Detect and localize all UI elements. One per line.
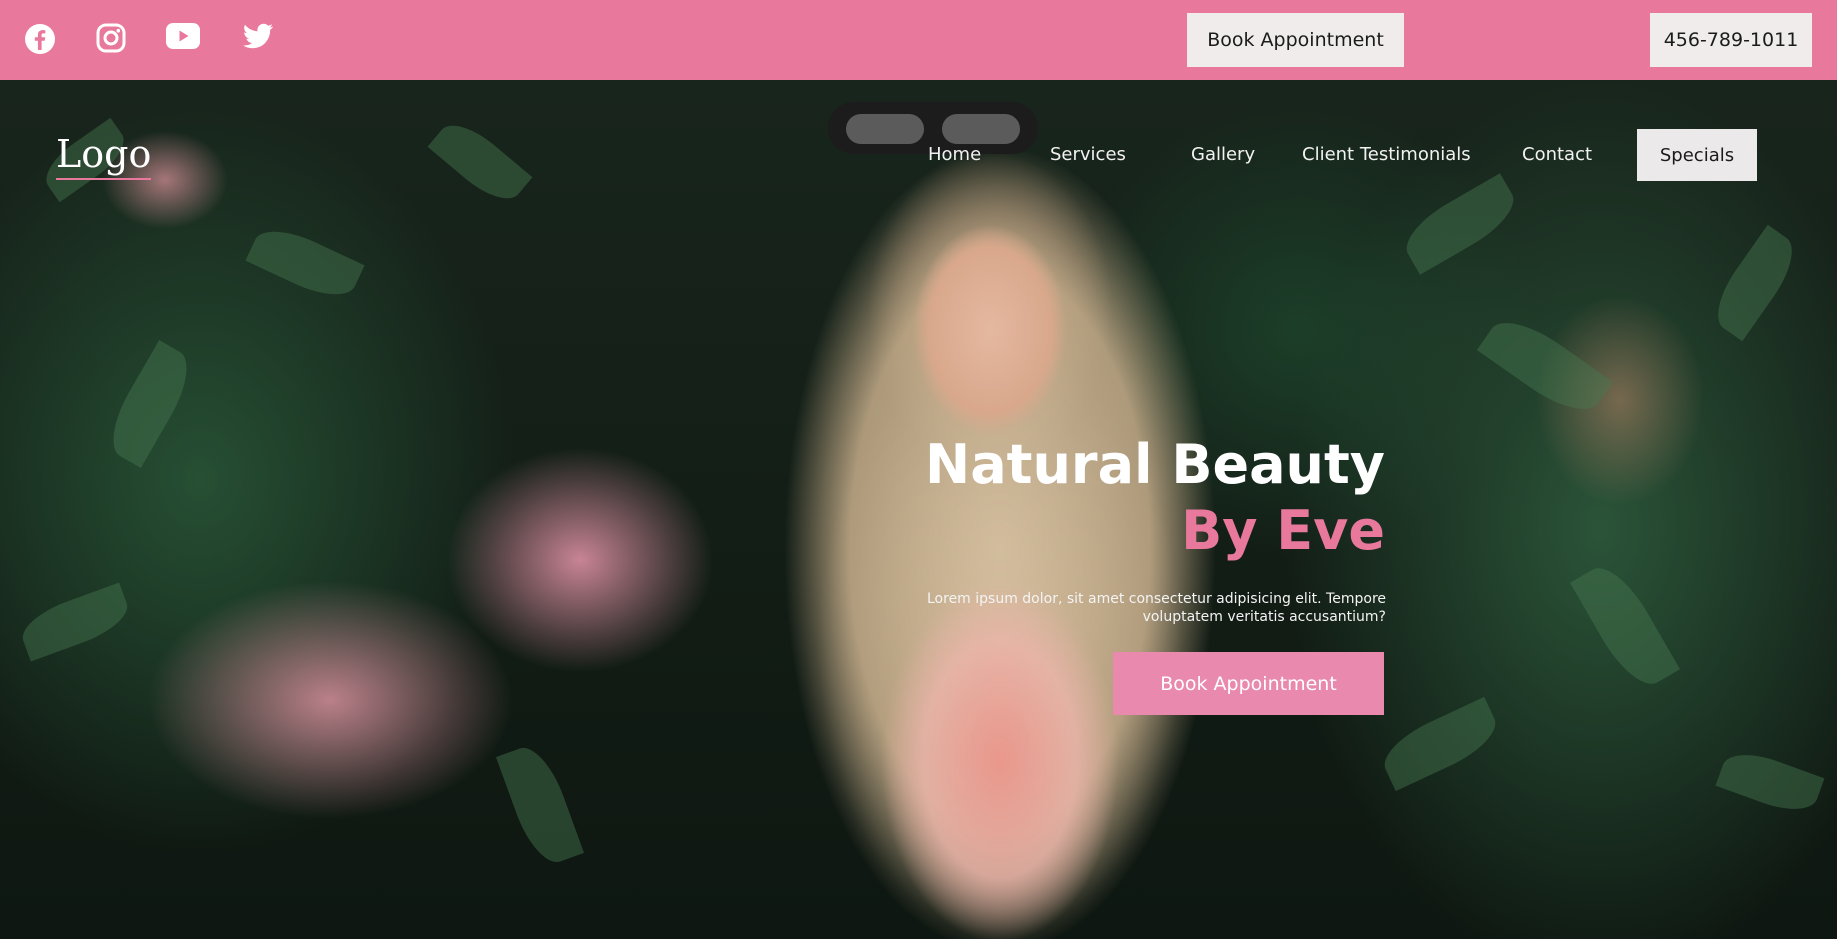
nav-services[interactable]: Services <box>1050 144 1126 165</box>
nav-gallery[interactable]: Gallery <box>1191 144 1255 165</box>
facebook-icon[interactable] <box>24 23 56 55</box>
site-logo[interactable]: Logo <box>56 133 152 180</box>
instagram-icon[interactable] <box>96 23 126 53</box>
twitter-icon[interactable] <box>242 23 274 51</box>
book-appointment-hero-button[interactable]: Book Appointment <box>1113 652 1384 715</box>
nav-client-testimonials[interactable]: Client Testimonials <box>1302 144 1471 165</box>
book-appointment-top-button[interactable]: Book Appointment <box>1187 13 1404 67</box>
top-bar: Book Appointment 456-789-1011 <box>0 0 1837 80</box>
phone-number-button[interactable]: 456-789-1011 <box>1650 13 1812 67</box>
hero-title-accent: By Eve <box>1181 499 1385 562</box>
hero-title-main: Natural Beauty <box>925 433 1385 496</box>
nav-home[interactable]: Home <box>928 144 981 165</box>
hero-description: Lorem ipsum dolor, sit amet consectetur … <box>927 591 1386 625</box>
hero-background-image <box>0 80 1837 939</box>
hero-title: Natural Beauty By Eve <box>925 432 1385 564</box>
youtube-icon[interactable] <box>166 23 200 49</box>
hero-section: Logo Home Services Gallery Client Testim… <box>0 80 1837 939</box>
specials-button[interactable]: Specials <box>1637 129 1757 181</box>
nav-contact[interactable]: Contact <box>1522 144 1592 165</box>
